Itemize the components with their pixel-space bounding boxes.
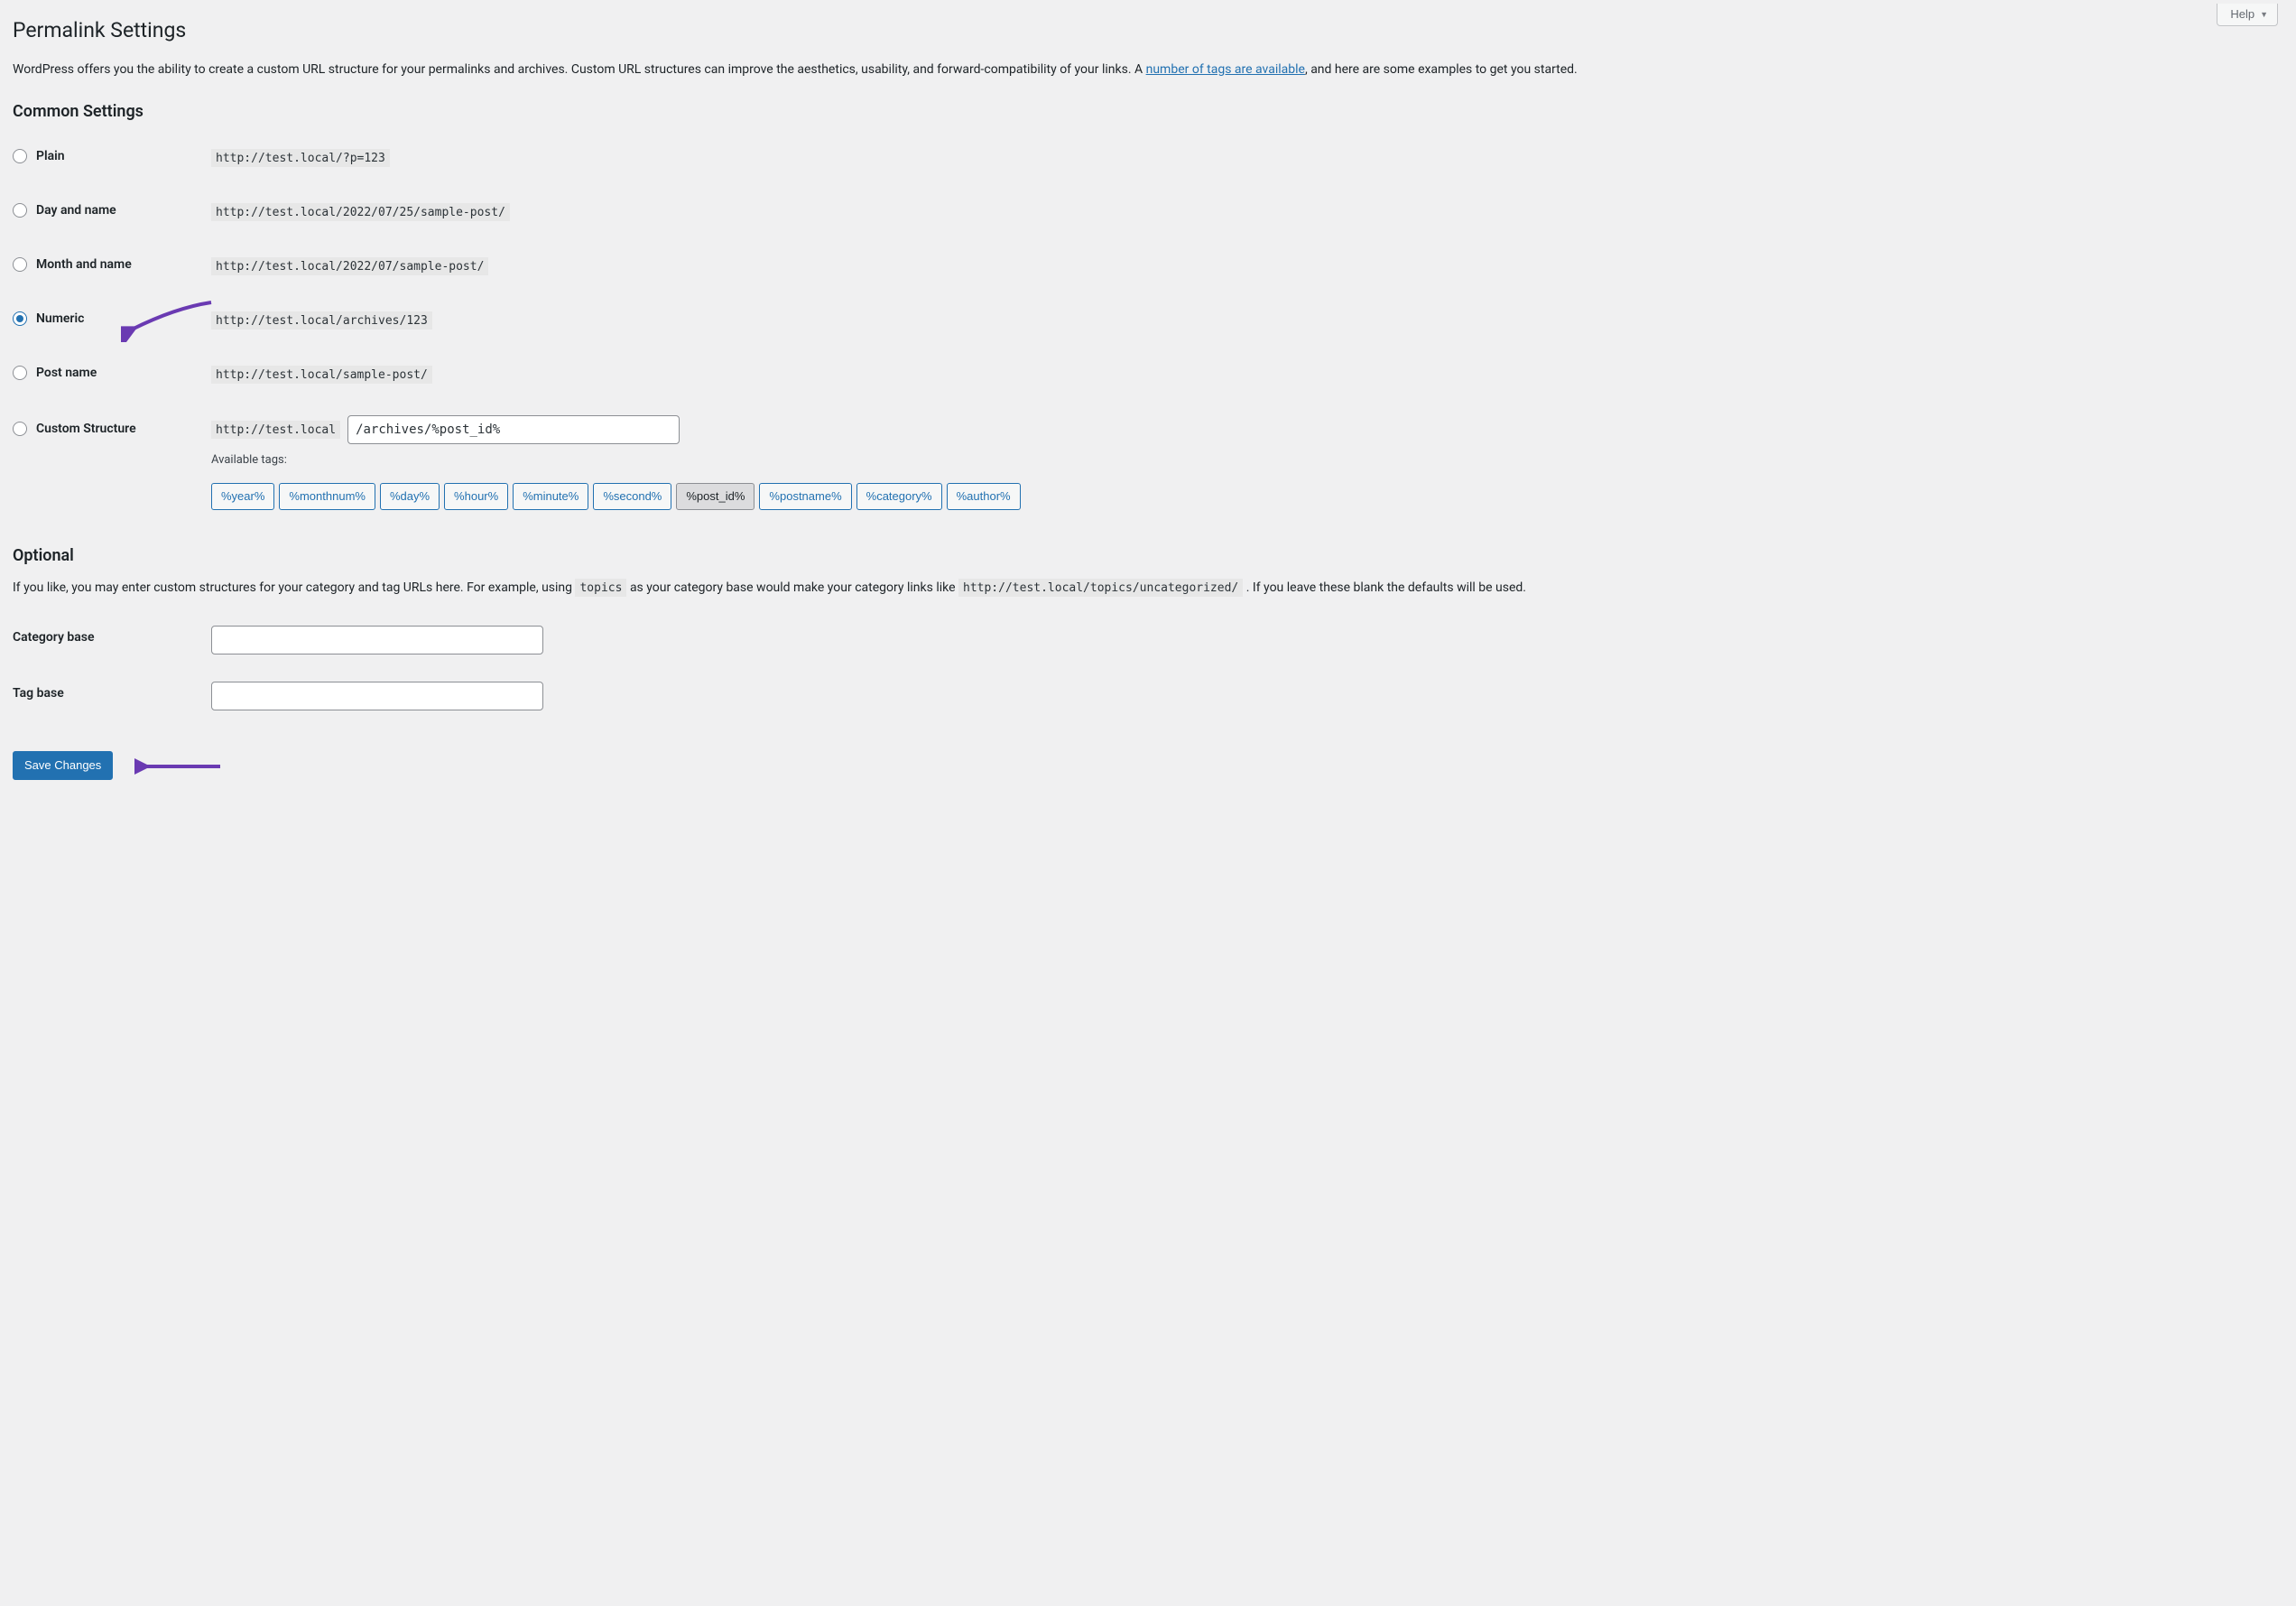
example-plain: http://test.local/?p=123: [211, 149, 390, 167]
category-base-input[interactable]: [211, 626, 543, 654]
tag-button-author[interactable]: %author%: [947, 483, 1021, 510]
radio-custom-label[interactable]: Custom Structure: [13, 422, 136, 436]
optional-code-topics: topics: [575, 579, 626, 597]
radio-custom[interactable]: [13, 422, 27, 436]
intro-text-post: , and here are some examples to get you …: [1305, 62, 1578, 77]
radio-numeric[interactable]: [13, 311, 27, 326]
tag-button-hour[interactable]: %hour%: [444, 483, 508, 510]
intro-paragraph: WordPress offers you the ability to crea…: [13, 60, 2278, 79]
available-tags-label: Available tags:: [211, 453, 2269, 467]
tag-button-postname[interactable]: %postname%: [759, 483, 851, 510]
radio-month-name-text: Month and name: [36, 257, 132, 272]
tag-button-monthnum[interactable]: %monthnum%: [279, 483, 375, 510]
example-day-name: http://test.local/2022/07/25/sample-post…: [211, 203, 510, 221]
radio-post-name[interactable]: [13, 366, 27, 380]
radio-month-name-label[interactable]: Month and name: [13, 257, 132, 272]
tag-button-category[interactable]: %category%: [856, 483, 942, 510]
optional-table: Category base Tag base: [13, 612, 2278, 724]
arrow-annotation-save: [134, 753, 225, 780]
tag-button-second[interactable]: %second%: [593, 483, 671, 510]
optional-code-url: http://test.local/topics/uncategorized/: [958, 579, 1243, 597]
radio-day-name[interactable]: [13, 203, 27, 218]
category-base-label: Category base: [13, 630, 95, 645]
save-changes-button[interactable]: Save Changes: [13, 751, 113, 780]
tag-button-year[interactable]: %year%: [211, 483, 274, 510]
example-numeric: http://test.local/archives/123: [211, 311, 432, 330]
page-title: Permalink Settings: [13, 9, 2278, 48]
example-post-name: http://test.local/sample-post/: [211, 366, 432, 384]
tag-button-post_id[interactable]: %post_id%: [676, 483, 755, 510]
radio-plain-label[interactable]: Plain: [13, 149, 65, 163]
help-button-label: Help: [2230, 7, 2254, 21]
available-tags-list: %year%%monthnum%%day%%hour%%minute%%seco…: [211, 483, 2269, 510]
common-settings-table: Plain http://test.local/?p=123 Day and n…: [13, 131, 2278, 524]
optional-paragraph: If you like, you may enter custom struct…: [13, 578, 2278, 599]
optional-text-mid: as your category base would make your ca…: [630, 580, 958, 595]
tag-base-input[interactable]: [211, 682, 543, 710]
tag-button-minute[interactable]: %minute%: [513, 483, 588, 510]
optional-text-post: . If you leave these blank the defaults …: [1246, 580, 1526, 595]
tags-available-link[interactable]: number of tags are available: [1146, 62, 1305, 77]
tag-button-day[interactable]: %day%: [380, 483, 440, 510]
common-settings-heading: Common Settings: [13, 102, 2278, 121]
radio-post-name-text: Post name: [36, 366, 97, 380]
optional-heading: Optional: [13, 546, 2278, 565]
radio-day-name-label[interactable]: Day and name: [13, 203, 116, 218]
radio-month-name[interactable]: [13, 257, 27, 272]
radio-plain-text: Plain: [36, 149, 65, 163]
radio-post-name-label[interactable]: Post name: [13, 366, 97, 380]
radio-numeric-label[interactable]: Numeric: [13, 311, 84, 326]
tag-base-label: Tag base: [13, 686, 64, 701]
example-month-name: http://test.local/2022/07/sample-post/: [211, 257, 488, 275]
optional-text-pre: If you like, you may enter custom struct…: [13, 580, 575, 595]
radio-custom-text: Custom Structure: [36, 422, 136, 436]
radio-plain[interactable]: [13, 149, 27, 163]
custom-structure-input[interactable]: [347, 415, 680, 444]
radio-numeric-text: Numeric: [36, 311, 84, 326]
intro-text-pre: WordPress offers you the ability to crea…: [13, 62, 1146, 77]
custom-prefix: http://test.local: [211, 421, 340, 439]
radio-day-name-text: Day and name: [36, 203, 116, 218]
help-button[interactable]: Help: [2217, 4, 2278, 26]
